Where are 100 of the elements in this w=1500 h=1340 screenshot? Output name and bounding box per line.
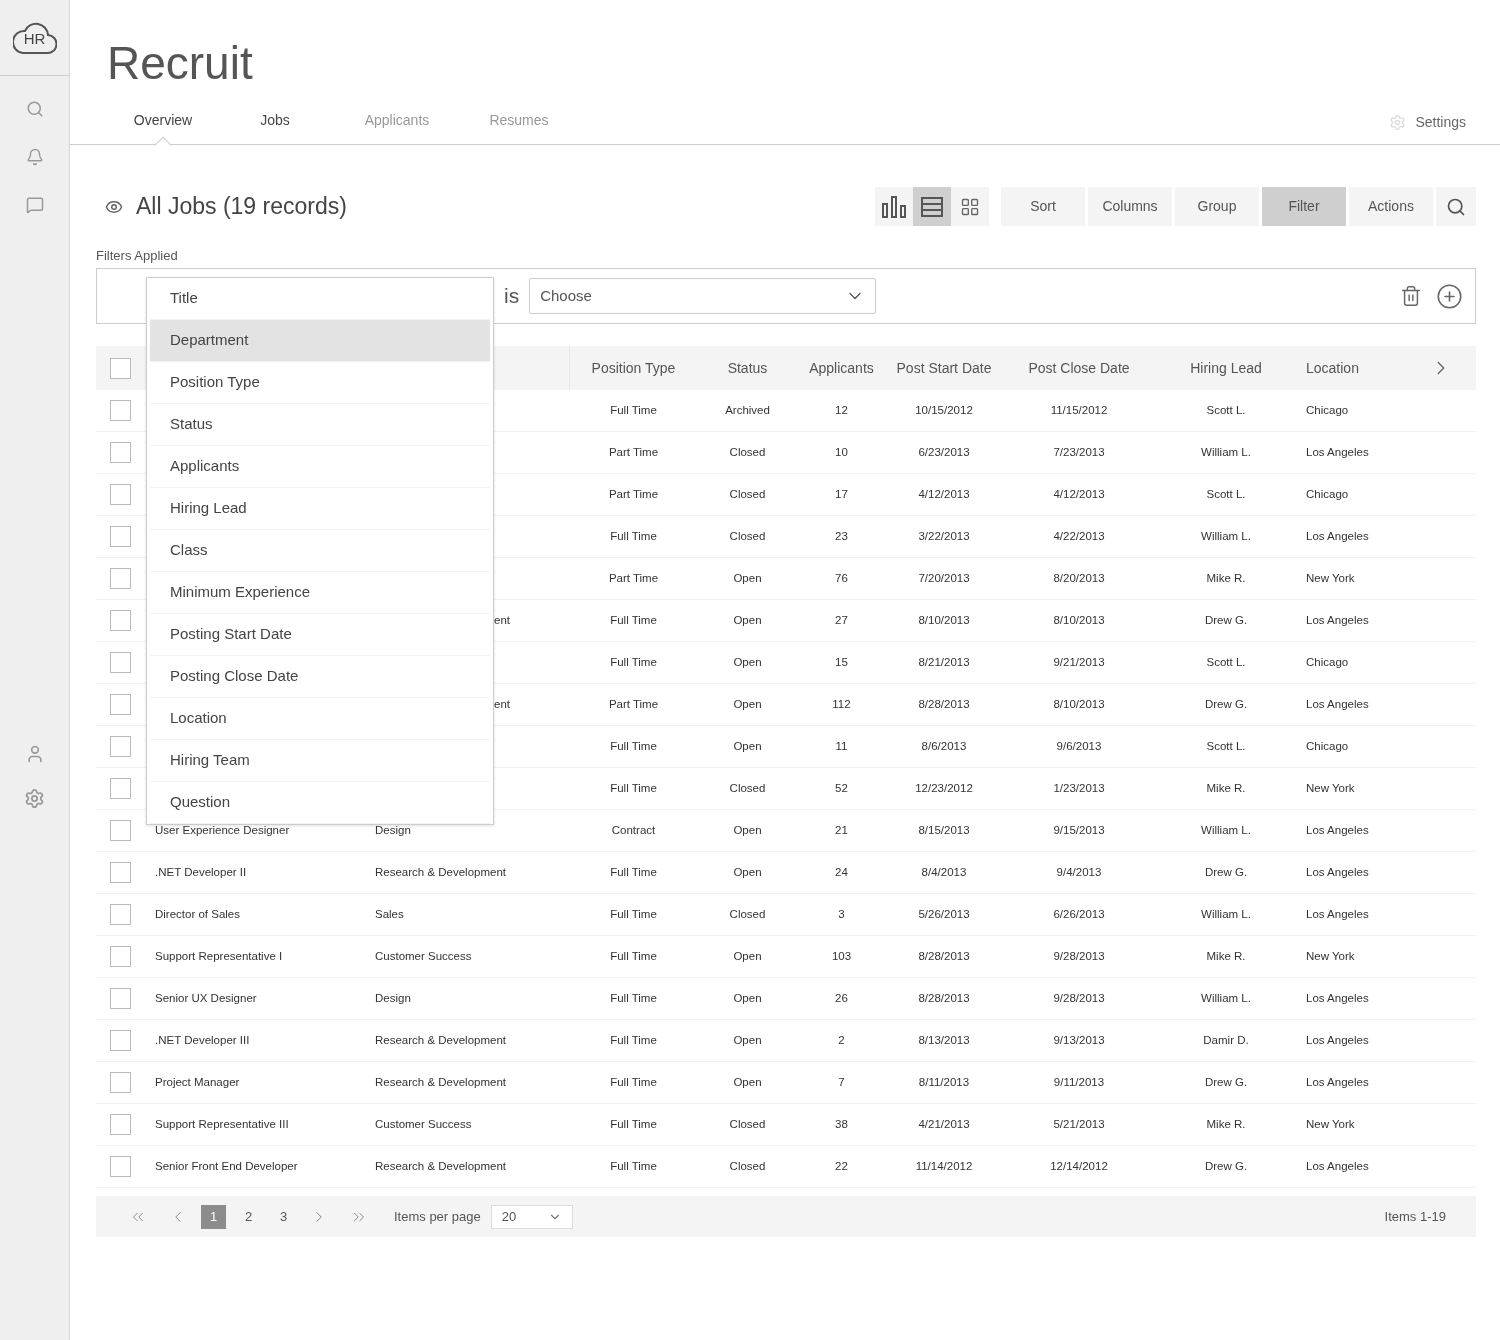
checkbox[interactable] — [110, 904, 131, 925]
menu-item[interactable]: Status — [150, 404, 490, 446]
checkbox[interactable] — [110, 694, 131, 715]
checkbox[interactable] — [110, 442, 131, 463]
table-cell-text: Los Angeles — [1306, 1158, 1369, 1174]
menu-item[interactable]: Hiring Lead — [150, 488, 490, 530]
menu-item[interactable]: Position Type — [150, 362, 490, 404]
settings-link[interactable]: Settings — [1389, 111, 1466, 133]
checkbox[interactable] — [110, 652, 131, 673]
table-cell: ent — [494, 697, 510, 710]
checkbox[interactable] — [110, 820, 131, 841]
search-icon[interactable] — [25, 100, 44, 118]
checkbox[interactable] — [110, 484, 131, 505]
checkbox[interactable] — [110, 862, 131, 883]
table-cell-text: Mike R. — [1206, 570, 1246, 586]
delete-icon[interactable] — [1400, 285, 1422, 307]
tab[interactable]: Jobs — [219, 96, 331, 144]
checkbox[interactable] — [110, 610, 131, 631]
checkbox[interactable] — [110, 400, 131, 421]
logo-text: HR — [23, 29, 46, 50]
menu-item[interactable]: Applicants — [150, 446, 490, 488]
column-header[interactable]: Post Start Date — [885, 357, 1003, 379]
table-cell-text: 4/12/2013 — [1053, 486, 1105, 502]
table-cell-text: 103 — [831, 948, 852, 964]
column-header[interactable]: Post Close Date — [1003, 357, 1155, 379]
add-icon[interactable] — [1436, 282, 1463, 310]
column-header[interactable]: Position Type — [570, 357, 697, 379]
table-cell-text: Mike R. — [1206, 1116, 1246, 1132]
table-cell-text: 7/23/2013 — [1053, 444, 1105, 460]
checkbox[interactable] — [110, 1072, 131, 1093]
table-cell-text: 9/21/2013 — [1053, 654, 1105, 670]
list-title: All Jobs (19 records) — [136, 192, 347, 222]
checkbox[interactable] — [110, 526, 131, 547]
checkbox[interactable] — [110, 568, 131, 589]
tab[interactable]: Overview — [107, 96, 219, 144]
bell-icon[interactable] — [25, 148, 44, 166]
table-cell: Research & Development — [375, 865, 507, 878]
toolbar-button[interactable]: Actions — [1349, 187, 1433, 226]
table-cell-text: Open — [733, 738, 762, 754]
table-cell-text: Los Angeles — [1306, 864, 1369, 880]
table-cell-text: 6/26/2013 — [1053, 906, 1105, 922]
checkbox[interactable] — [110, 736, 131, 757]
table-cell-text: Full Time — [610, 654, 657, 670]
menu-item[interactable]: Location — [150, 698, 490, 740]
toolbar-button[interactable]: Group — [1175, 187, 1259, 226]
table-cell-text: 4/21/2013 — [918, 1116, 970, 1132]
chat-icon[interactable] — [25, 196, 44, 214]
table-cell: User Experience Designer — [155, 823, 290, 836]
checkbox[interactable] — [110, 1114, 131, 1135]
gear-icon — [1389, 113, 1407, 131]
checkbox[interactable] — [110, 988, 131, 1009]
column-header[interactable]: Hiring Lead — [1155, 357, 1297, 379]
menu-item[interactable]: Posting Start Date — [150, 614, 490, 656]
table-cell-text: 8/28/2013 — [918, 948, 970, 964]
column-header[interactable]: Status — [697, 357, 798, 379]
menu-item[interactable]: Posting Close Date — [150, 656, 490, 698]
toolbar-button[interactable]: Columns — [1088, 187, 1172, 226]
toolbar-button[interactable]: Sort — [1001, 187, 1085, 226]
items-range: Items 1-19 — [1384, 1207, 1446, 1226]
table-cell-text: New York — [1306, 570, 1355, 586]
menu-item[interactable]: Department — [150, 320, 490, 362]
page-button[interactable]: 2 — [236, 1204, 261, 1229]
search-button[interactable] — [1436, 187, 1476, 226]
per-page-select[interactable]: 20 — [490, 1204, 573, 1229]
checkbox[interactable] — [110, 1156, 131, 1177]
table-cell-text: Full Time — [610, 528, 657, 544]
menu-item[interactable]: Class — [150, 530, 490, 572]
table-cell-text: 11/15/2012 — [1050, 402, 1108, 418]
column-header[interactable]: Location — [1297, 357, 1410, 379]
table-cell-text: 10/15/2012 — [915, 402, 973, 418]
column-header[interactable]: Applicants — [798, 357, 885, 379]
checkbox[interactable] — [110, 778, 131, 799]
toolbar-button[interactable]: Filter — [1262, 187, 1346, 226]
menu-item[interactable]: Hiring Team — [150, 740, 490, 782]
filters-heading: Filters Applied — [96, 247, 179, 265]
logo[interactable]: HR — [12, 20, 57, 55]
checkbox[interactable] — [110, 1030, 131, 1051]
table-cell-text: 21 — [835, 822, 848, 838]
menu-item[interactable]: Question — [150, 782, 490, 824]
table-cell-text: Scott L. — [1206, 402, 1246, 418]
settings-icon[interactable] — [24, 788, 45, 809]
value-select[interactable]: Choose — [529, 278, 877, 314]
page-button[interactable]: 3 — [271, 1204, 296, 1229]
table-cell-text: William L. — [1201, 822, 1251, 838]
table-cell-text: Full Time — [610, 1116, 657, 1132]
table-cell-text: 8/10/2013 — [1053, 696, 1105, 712]
menu-item[interactable]: Minimum Experience — [150, 572, 490, 614]
table-cell-text: Closed — [729, 444, 766, 460]
table-cell-text: Scott L. — [1206, 738, 1246, 754]
table-cell-text: 7 — [838, 1074, 845, 1090]
table-cell-text: 5/21/2013 — [1053, 1116, 1105, 1132]
view-toggle[interactable] — [913, 187, 951, 226]
table-cell-text: Scott L. — [1206, 654, 1246, 670]
checkbox[interactable] — [110, 946, 131, 967]
table-cell-text: 4/22/2013 — [1053, 528, 1105, 544]
table-cell-text: Drew G. — [1204, 612, 1248, 628]
table-cell-text: 8/28/2013 — [918, 696, 970, 712]
checkbox[interactable] — [110, 357, 131, 379]
table-cell-text: Chicago — [1306, 402, 1349, 418]
table-cell-text: Archived — [725, 402, 770, 418]
